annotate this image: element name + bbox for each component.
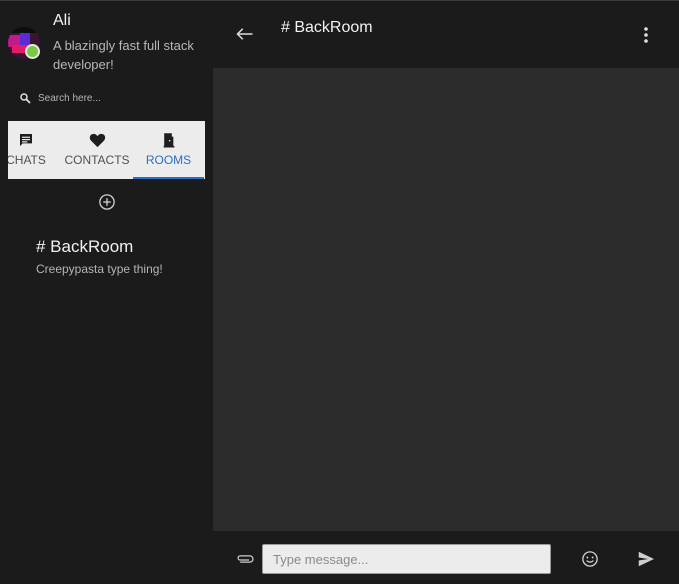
send-icon [638,551,654,567]
online-status-indicator [25,44,40,59]
message-area[interactable] [213,68,679,531]
send-button[interactable] [636,549,656,569]
message-input[interactable] [262,544,551,574]
more-vertical-icon [644,27,648,43]
emoji-button[interactable] [580,549,600,569]
chat-icon [18,131,34,149]
room-description: Creepypasta type thing! [36,262,163,276]
paperclip-icon [237,555,254,563]
tab-rooms[interactable]: ROOMS [133,121,204,179]
sidebar-tabs: CHATS CONTACTS ROOMS [8,121,205,179]
search-bar [8,85,205,111]
back-button[interactable] [235,24,255,44]
more-options-button[interactable] [637,25,655,45]
add-room-button[interactable] [97,192,116,211]
room-list-item[interactable]: # BackRoom Creepypasta type thing! [36,237,206,276]
sidebar: Ali A blazingly fast full stack develope… [0,1,213,584]
tab-contacts[interactable]: CONTACTS [61,121,133,179]
room-name: # BackRoom [36,237,134,256]
tab-label: CONTACTS [64,153,130,167]
tab-label: CHATS [8,153,46,167]
user-name: Ali [53,12,71,29]
door-icon [162,131,176,149]
emoji-icon [582,551,598,567]
attach-button[interactable] [235,549,255,569]
add-circle-icon [98,193,115,210]
chat-app: Ali A blazingly fast full stack develope… [0,0,679,584]
user-bio: A blazingly fast full stack developer! [53,38,194,72]
search-icon [17,90,33,106]
chat-header: # BackRoom [213,1,679,68]
message-composer [213,531,679,584]
heart-icon [89,131,106,149]
chat-room-title: # BackRoom [281,19,373,36]
arrow-left-icon [236,28,253,40]
tab-chats[interactable]: CHATS [8,121,46,179]
search-input[interactable] [38,92,198,104]
tab-label: ROOMS [145,153,192,167]
